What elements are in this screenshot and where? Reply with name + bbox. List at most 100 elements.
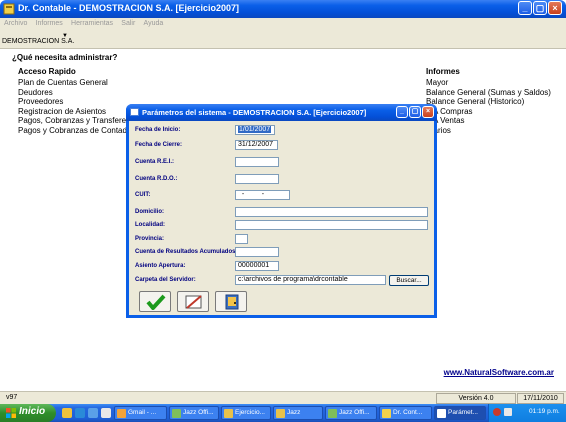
cuit-field[interactable]: - - — [235, 190, 290, 200]
statusbar: v97 Versión 4.0 17/11/2010 — [0, 391, 566, 404]
taskbar-item-label: Dr. Cont... — [393, 409, 423, 416]
clear-button[interactable] — [177, 291, 209, 312]
fecha-cierre-field[interactable]: 31/12/2007 — [235, 140, 278, 150]
folder-quicklaunch-icon[interactable] — [62, 408, 72, 418]
localidad-field[interactable] — [235, 220, 428, 230]
reports-title: Informes — [426, 67, 460, 76]
dialog-minimize-button[interactable]: _ — [396, 106, 408, 118]
taskbar-item[interactable]: Jazz — [273, 406, 323, 420]
taskbar-item-label: Jazz Offi... — [339, 409, 370, 416]
browser-quicklaunch-icon[interactable] — [75, 408, 85, 418]
provincia-label: Provincia: — [135, 236, 165, 242]
app-icon — [382, 409, 391, 418]
taskbar-item-label: Jazz — [287, 409, 301, 416]
report-item[interactable]: Balance General (Historico) — [426, 97, 551, 107]
domicilio-field[interactable] — [235, 207, 428, 217]
provincia-field[interactable] — [235, 234, 248, 244]
menubar: Archivo Informes Herramientas Salir Ayud… — [0, 18, 566, 29]
menu-archivo[interactable]: Archivo — [4, 18, 27, 29]
taskbar-item[interactable]: Dr. Cont... — [379, 406, 432, 420]
taskbar-item-label: Gmail - ... — [128, 409, 157, 416]
status-date: 17/11/2010 — [517, 393, 564, 404]
checkmark-icon — [146, 294, 166, 310]
localidad-label: Localidad: — [135, 222, 166, 228]
taskbar: Inicio Gmail - ... Jazz Offi... Ejercici… — [0, 404, 566, 422]
app-icon — [3, 3, 15, 15]
app-quicklaunch-icon[interactable] — [101, 408, 111, 418]
start-label: Inicio — [19, 406, 46, 417]
company-selector[interactable]: DEMOSTRACION S.A. — [2, 38, 74, 45]
domicilio-label: Domicilio: — [135, 209, 165, 215]
carpeta-servidor-label: Carpeta del Servidor: — [135, 277, 196, 283]
asiento-apertura-label: Asiento Apertura: — [135, 263, 186, 269]
report-item[interactable]: IVA Compras — [426, 107, 551, 117]
window-title: Dr. Contable - DEMOSTRACION S.A. [Ejerci… — [18, 3, 240, 13]
fecha-cierre-label: Fecha de Cierre: — [135, 142, 183, 148]
cuenta-resultados-label: Cuenta de Resultados Acumulados: — [135, 249, 238, 255]
dialog-icon — [130, 108, 139, 116]
version-code: v97 — [6, 394, 18, 401]
minimize-button[interactable]: _ — [518, 1, 532, 15]
desktop-quicklaunch-icon[interactable] — [88, 408, 98, 418]
browser-icon — [117, 409, 126, 418]
folder-icon — [224, 409, 233, 418]
taskbar-item-active[interactable]: Parámet... — [434, 406, 486, 420]
browse-button[interactable]: Buscar... — [389, 275, 429, 286]
dialog-close-button[interactable]: × — [422, 106, 434, 118]
dialog-titlebar: Parámetros del sistema - DEMOSTRACION S.… — [126, 104, 437, 121]
report-item[interactable]: IVA Ventas — [426, 116, 551, 126]
app-version: Versión 4.0 — [436, 393, 516, 404]
close-button[interactable]: × — [548, 1, 562, 15]
app-icon — [328, 409, 337, 418]
start-button[interactable]: Inicio — [0, 404, 56, 422]
quick-access-item[interactable]: Deudores — [18, 88, 145, 98]
fecha-inicio-field[interactable]: 1/01/2007 — [235, 125, 275, 135]
door-icon — [225, 294, 239, 310]
quick-access-item[interactable]: Proveedores — [18, 97, 145, 107]
taskbar-item[interactable]: Gmail - ... — [114, 406, 167, 420]
menu-ayuda[interactable]: Ayuda — [144, 18, 164, 29]
taskbar-item-label: Parámet... — [448, 409, 478, 416]
dialog-maximize-button[interactable]: ▢ — [409, 106, 421, 118]
cuenta-resultados-field[interactable] — [235, 247, 279, 257]
taskbar-item[interactable]: Jazz Offi... — [169, 406, 219, 420]
toolbar: DEMOSTRACION S.A. ▼ — [0, 29, 566, 49]
main-titlebar: Dr. Contable - DEMOSTRACION S.A. [Ejerci… — [0, 0, 566, 18]
website-link[interactable]: www.NaturalSoftware.com.ar — [444, 368, 554, 377]
taskbar-item-label: Ejercicio... — [235, 409, 265, 416]
cuenta-rdo-field[interactable] — [235, 174, 279, 184]
report-item[interactable]: Diarios — [426, 126, 551, 136]
menu-informes[interactable]: Informes — [36, 18, 63, 29]
cuenta-rei-label: Cuenta R.E.I.: — [135, 159, 175, 165]
accept-button[interactable] — [139, 291, 171, 312]
security-icon[interactable] — [493, 408, 501, 416]
fecha-inicio-value: 1/01/2007 — [238, 126, 272, 133]
cuenta-rdo-label: Cuenta R.D.O.: — [135, 176, 178, 182]
dialog-icon — [437, 409, 446, 418]
report-item[interactable]: Mayor — [426, 78, 551, 88]
reports-list: Mayor Balance General (Sumas y Saldos) B… — [426, 78, 551, 135]
menu-salir[interactable]: Salir — [121, 18, 135, 29]
cuit-label: CUIT: — [135, 192, 151, 198]
carpeta-servidor-field[interactable]: c:\archivos de programa\drcontable — [235, 275, 386, 285]
taskbar-item[interactable]: Jazz Offi... — [325, 406, 377, 420]
report-item[interactable]: Balance General (Sumas y Saldos) — [426, 88, 551, 98]
quick-access-item[interactable]: Plan de Cuentas General — [18, 78, 145, 88]
quick-access-title: Acceso Rapido — [18, 67, 76, 76]
taskbar-item-label: Jazz Offi... — [183, 409, 214, 416]
maximize-button[interactable]: ▢ — [533, 1, 547, 15]
asiento-apertura-field[interactable]: 00000001 — [235, 261, 279, 271]
system-parameters-dialog: Parámetros del sistema - DEMOSTRACION S.… — [126, 104, 437, 318]
cuenta-rei-field[interactable] — [235, 157, 279, 167]
network-icon[interactable] — [504, 408, 512, 416]
windows-logo-icon — [6, 408, 16, 418]
system-tray: 01:19 p.m. — [488, 404, 566, 422]
taskbar-item[interactable]: Ejercicio... — [221, 406, 271, 420]
chevron-down-icon[interactable]: ▼ — [62, 33, 68, 39]
menu-herramientas[interactable]: Herramientas — [71, 18, 113, 29]
dialog-title: Parámetros del sistema - DEMOSTRACION S.… — [142, 108, 367, 117]
page-question: ¿Qué necesita administrar? — [12, 53, 118, 62]
folder-icon — [276, 409, 285, 418]
exit-button[interactable] — [215, 291, 247, 312]
eraser-icon — [185, 295, 202, 309]
